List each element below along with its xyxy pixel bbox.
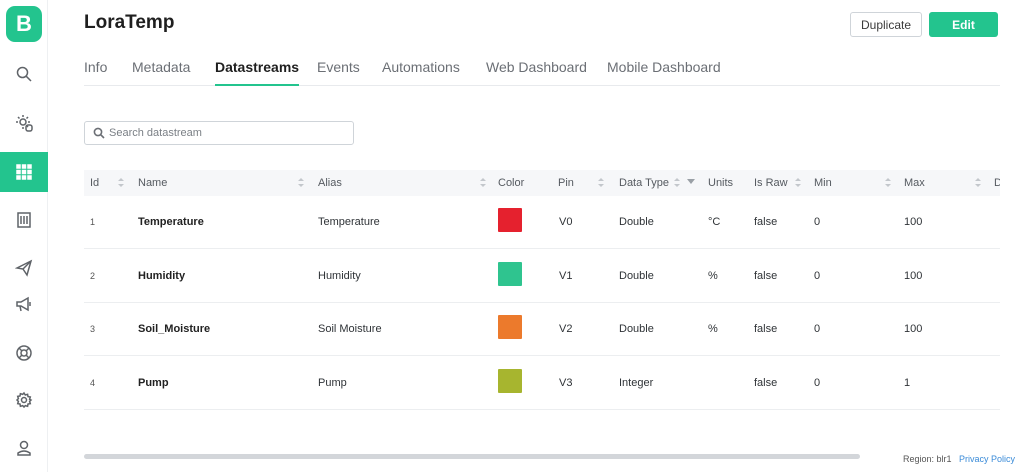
search-box: [84, 121, 354, 145]
column-header-id[interactable]: Id: [90, 170, 99, 196]
paper-plane-icon[interactable]: [0, 248, 48, 288]
tab-datastreams[interactable]: Datastreams: [215, 58, 300, 86]
region-label: Region: blr1: [903, 454, 952, 464]
cell-is-raw: false: [754, 323, 778, 335]
cell-data-type: Double: [619, 323, 654, 335]
cell-alias: Pump: [318, 377, 347, 389]
cell-units: °C: [708, 216, 721, 228]
cell-name[interactable]: Soil_Moisture: [138, 303, 210, 356]
cell-alias: Temperature: [318, 216, 380, 228]
sort-icon[interactable]: [480, 178, 486, 188]
column-header-data-type[interactable]: Data Type: [619, 170, 669, 196]
gear-icon[interactable]: [0, 380, 48, 420]
cell-id: 3: [90, 324, 96, 334]
cell-min: 0: [814, 270, 821, 282]
cell-max: 1: [904, 377, 911, 389]
column-header-pin[interactable]: Pin: [558, 170, 574, 196]
tab-automations[interactable]: Automations: [382, 58, 460, 86]
color-swatch: [498, 369, 522, 393]
cell-id: 2: [90, 271, 96, 281]
sort-icon[interactable]: [598, 178, 604, 188]
column-header-max[interactable]: Max: [904, 170, 925, 196]
tab-events[interactable]: Events: [317, 58, 360, 86]
search-icon[interactable]: [0, 54, 48, 94]
column-header-alias[interactable]: Alias: [318, 170, 342, 196]
column-header-is-raw[interactable]: Is Raw: [754, 170, 788, 196]
color-swatch: [498, 208, 522, 232]
cell-min: 0: [814, 377, 821, 389]
cell-units: %: [708, 323, 718, 335]
cell-pin: V1: [559, 270, 573, 282]
cell-alias: Soil Moisture: [318, 323, 382, 335]
page-title: LoraTemp: [84, 12, 175, 33]
color-swatch: [498, 262, 522, 286]
table-row[interactable]: 4 Pump Pump V3 Integer false 0 1: [84, 357, 1000, 410]
logo[interactable]: B: [6, 6, 42, 42]
column-header-units[interactable]: Units: [708, 170, 733, 196]
column-header-d[interactable]: D: [994, 170, 1000, 196]
sort-icon[interactable]: [118, 178, 124, 188]
cell-max: 100: [904, 270, 923, 282]
lifebuoy-icon[interactable]: [0, 333, 48, 373]
edit-button[interactable]: Edit: [929, 12, 998, 37]
column-header-color[interactable]: Color: [498, 170, 524, 196]
privacy-policy-link[interactable]: Privacy Policy: [959, 454, 1015, 464]
duplicate-button[interactable]: Duplicate: [850, 12, 922, 37]
sort-icon[interactable]: [795, 178, 801, 188]
cell-is-raw: false: [754, 216, 778, 228]
tab-metadata[interactable]: Metadata: [132, 58, 190, 86]
sort-icon[interactable]: [674, 178, 680, 188]
cell-pin: V0: [559, 216, 573, 228]
sort-icon[interactable]: [885, 178, 891, 188]
cell-name[interactable]: Humidity: [138, 250, 185, 303]
cell-min: 0: [814, 216, 821, 228]
cell-name[interactable]: Pump: [138, 357, 169, 410]
color-swatch: [498, 315, 522, 339]
cell-is-raw: false: [754, 270, 778, 282]
sort-icon[interactable]: [298, 178, 304, 188]
sun-bug-icon[interactable]: [0, 103, 48, 143]
cell-max: 100: [904, 323, 923, 335]
cell-pin: V3: [559, 377, 573, 389]
cell-id: 1: [90, 217, 96, 227]
search-input[interactable]: [109, 125, 347, 141]
horizontal-scrollbar[interactable]: [84, 454, 860, 459]
tab-mobile-dashboard[interactable]: Mobile Dashboard: [607, 58, 721, 86]
cell-data-type: Double: [619, 270, 654, 282]
grid-icon[interactable]: [0, 152, 48, 192]
table-header: Id Name Alias Color Pin Data Type Units …: [84, 170, 1000, 196]
tab-info[interactable]: Info: [84, 58, 107, 86]
cell-is-raw: false: [754, 377, 778, 389]
cell-max: 100: [904, 216, 923, 228]
table-row[interactable]: 3 Soil_Moisture Soil Moisture V2 Double …: [84, 303, 1000, 356]
cell-name[interactable]: Temperature: [138, 196, 204, 249]
sidebar: B: [0, 0, 48, 472]
user-icon[interactable]: [0, 428, 48, 468]
sort-icon[interactable]: [975, 178, 981, 188]
cell-alias: Humidity: [318, 270, 361, 282]
table-row[interactable]: 2 Humidity Humidity V1 Double % false 0 …: [84, 250, 1000, 303]
megaphone-icon[interactable]: [0, 284, 48, 324]
cell-id: 4: [90, 378, 96, 388]
building-icon[interactable]: [0, 200, 48, 240]
cell-units: %: [708, 270, 718, 282]
column-header-name[interactable]: Name: [138, 170, 167, 196]
filter-icon[interactable]: [687, 179, 695, 187]
cell-min: 0: [814, 323, 821, 335]
tab-bar: Info Metadata Datastreams Events Automat…: [84, 58, 1000, 86]
cell-data-type: Integer: [619, 377, 654, 389]
cell-data-type: Double: [619, 216, 654, 228]
tab-web-dashboard[interactable]: Web Dashboard: [486, 58, 587, 86]
cell-pin: V2: [559, 323, 573, 335]
search-icon: [93, 127, 105, 139]
table-row[interactable]: 1 Temperature Temperature V0 Double °C f…: [84, 196, 1000, 249]
column-header-min[interactable]: Min: [814, 170, 832, 196]
